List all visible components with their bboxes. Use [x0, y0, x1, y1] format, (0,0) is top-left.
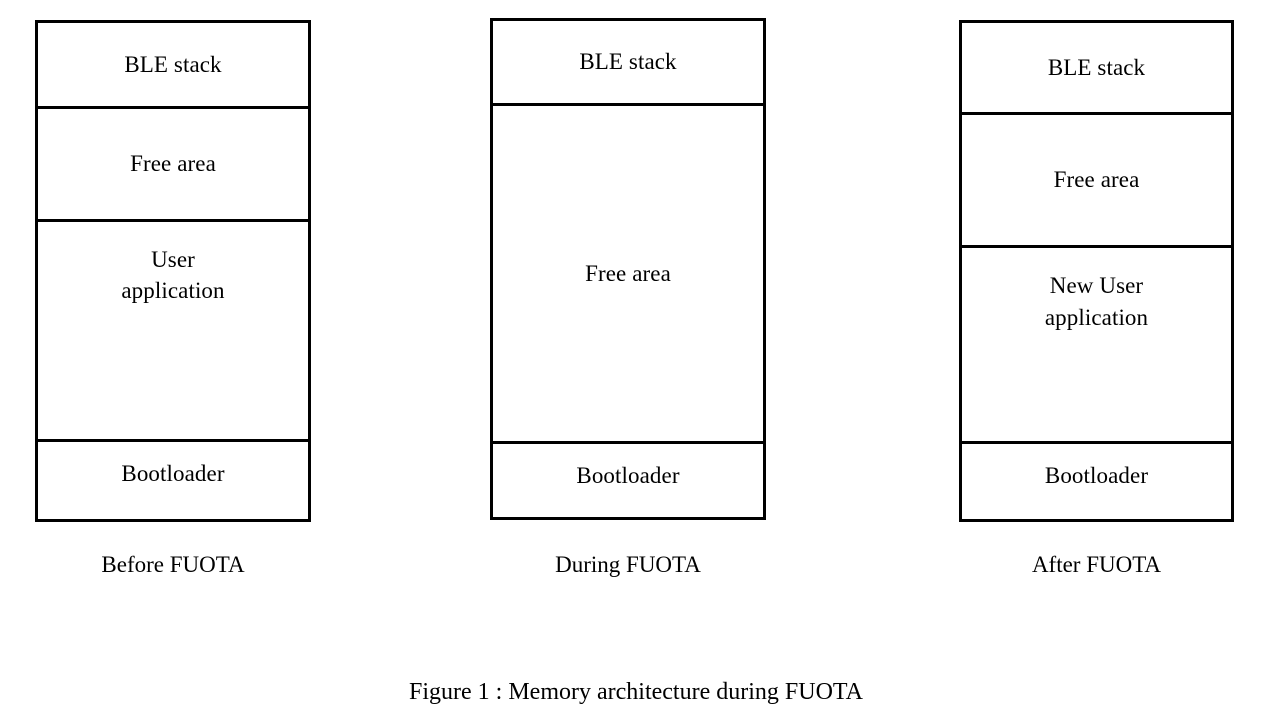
memory-region-ble-stack: BLE stack [38, 23, 308, 106]
memory-region-label: Bootloader [576, 462, 680, 488]
memory-region-label: Bootloader [1044, 462, 1149, 488]
memory-region-new-user-application: New User application [962, 245, 1231, 441]
memory-region-label: BLE stack [1047, 54, 1146, 80]
memory-column-before-fuota: BLE stack Free area User application Boo… [35, 20, 311, 522]
memory-region-label: New User application [1044, 273, 1149, 331]
memory-region-label: Bootloader [121, 460, 225, 486]
figure-canvas: BLE stack Free area User application Boo… [0, 0, 1272, 720]
figure-caption: Figure 1 : Memory architecture during FU… [409, 679, 863, 705]
memory-region-free-area: Free area [962, 111, 1231, 246]
stage-caption-after-fuota: After FUOTA [1031, 552, 1162, 577]
memory-column-during-fuota: BLE stack Free area Bootloader [490, 18, 766, 520]
memory-region-free-area: Free area [38, 105, 308, 219]
memory-region-user-application: User application [38, 218, 308, 439]
memory-region-label: Free area [130, 150, 216, 176]
memory-region-ble-stack: BLE stack [962, 23, 1231, 112]
memory-region-label: Free area [585, 260, 671, 286]
memory-region-bootloader: Bootloader [38, 438, 308, 520]
memory-region-ble-stack: BLE stack [493, 21, 763, 103]
stage-caption-before-fuota: Before FUOTA [101, 552, 245, 577]
memory-region-label: User application [121, 246, 225, 304]
memory-column-after-fuota: BLE stack Free area New User application… [959, 20, 1234, 522]
memory-region-bootloader: Bootloader [493, 440, 763, 518]
memory-region-bootloader: Bootloader [962, 440, 1231, 519]
stage-caption-during-fuota: During FUOTA [555, 552, 701, 577]
memory-region-label: Free area [1053, 167, 1140, 193]
memory-region-label: BLE stack [579, 49, 677, 75]
memory-region-label: BLE stack [124, 51, 222, 77]
memory-region-free-area: Free area [493, 103, 763, 441]
